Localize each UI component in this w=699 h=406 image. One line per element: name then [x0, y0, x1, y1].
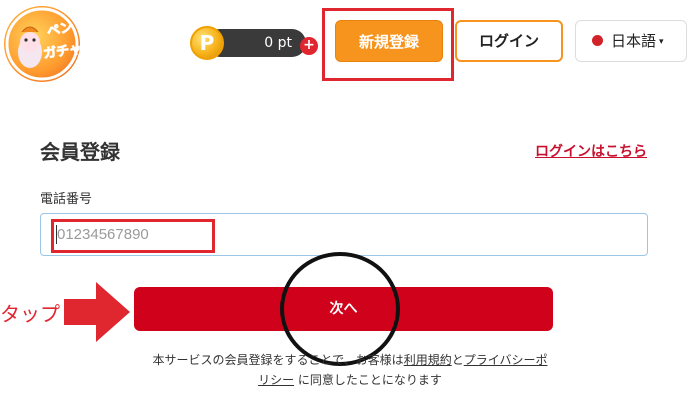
right-arrow-icon: [64, 282, 130, 342]
login-link[interactable]: ログインはこちら: [535, 141, 647, 161]
svg-text:ペン: ペン: [46, 20, 75, 40]
next-button[interactable]: 次へ: [134, 287, 553, 331]
add-points-button[interactable]: +: [300, 37, 318, 55]
tap-annotation-label: タップ: [0, 302, 60, 326]
penguin-gacha-logo-icon: ペン ガチャ: [5, 7, 80, 81]
page-title: 会員登録: [40, 140, 120, 164]
chevron-down-icon: ▾: [659, 36, 664, 47]
text-cursor: [56, 225, 57, 244]
register-button[interactable]: 新規登録: [335, 20, 443, 62]
login-button[interactable]: ログイン: [455, 20, 563, 62]
japan-flag-icon: [592, 35, 603, 46]
terms-of-use-link[interactable]: 利用規約: [404, 353, 452, 367]
phone-label: 電話番号: [40, 192, 93, 207]
site-logo[interactable]: ペン ガチャ: [4, 6, 80, 82]
language-selector[interactable]: 日本語 ▾: [575, 20, 687, 62]
points-display: 0 pt P +: [190, 26, 320, 60]
terms-notice: 本サービスの会員登録をすることで、お客様は利用規約とプライバシーポリシー に同意…: [150, 350, 550, 390]
terms-suffix: に同意したことになります: [297, 373, 442, 387]
points-coin-icon: P: [190, 26, 224, 60]
terms-and: と: [451, 353, 464, 367]
phone-input[interactable]: [40, 213, 648, 256]
language-label: 日本語: [611, 32, 657, 50]
terms-prefix: 本サービスの会員登録をすることで、お客様は: [152, 353, 404, 367]
page: ペン ガチャ 0 pt P + 新規登録 ログイン 日本語 ▾ 会員登録 ログイン…: [0, 0, 699, 406]
